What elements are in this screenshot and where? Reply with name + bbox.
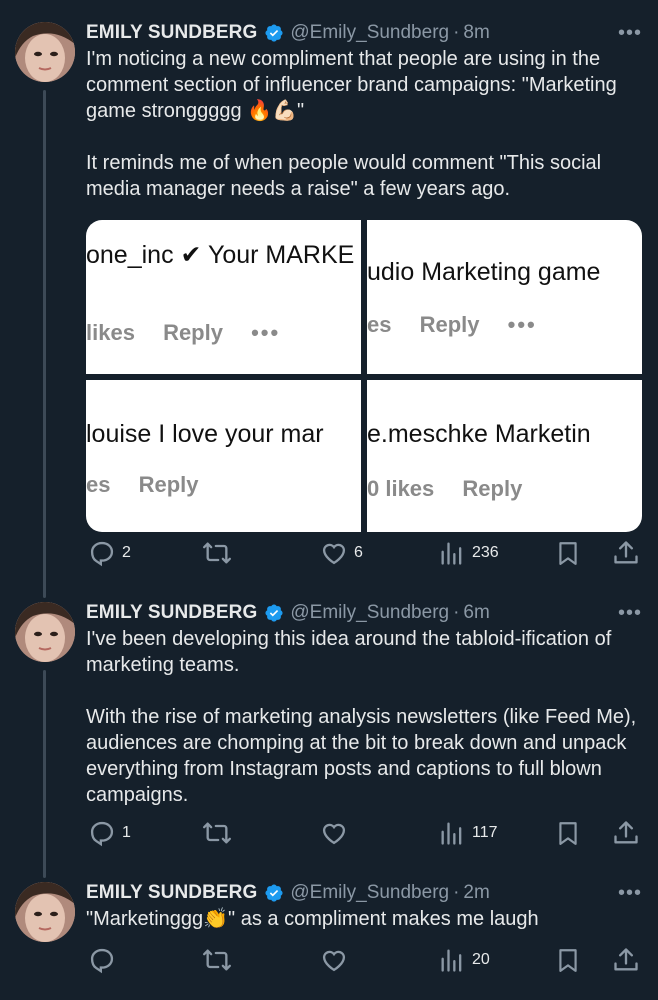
view-count: 117 bbox=[472, 824, 498, 841]
views-chart-icon bbox=[441, 542, 462, 565]
comment-likes: es bbox=[86, 472, 111, 497]
verified-badge-icon bbox=[264, 883, 284, 903]
bookmark-button[interactable] bbox=[555, 539, 581, 567]
heart-icon bbox=[322, 823, 346, 845]
retweet-button[interactable] bbox=[201, 819, 239, 847]
media-image[interactable]: louise I love your mar es Reply bbox=[86, 380, 361, 532]
comment-reply: Reply bbox=[138, 472, 199, 497]
verified-badge-icon bbox=[264, 603, 284, 623]
separator-dot: · bbox=[453, 882, 460, 903]
timestamp[interactable]: 8m bbox=[463, 22, 489, 44]
separator-dot: · bbox=[453, 22, 460, 43]
comment-text: e.meschke Marketin bbox=[367, 420, 591, 448]
avatar[interactable] bbox=[15, 602, 75, 662]
more-options-icon[interactable]: ••• bbox=[618, 22, 642, 45]
media-image[interactable]: one_inc ✔ Your MARKE likes Reply ••• bbox=[86, 220, 361, 374]
verified-badge-icon bbox=[264, 23, 284, 43]
comment-text: udio Marketing game bbox=[367, 258, 601, 286]
media-grid[interactable]: one_inc ✔ Your MARKE likes Reply ••• udi… bbox=[86, 220, 642, 532]
avatar[interactable] bbox=[15, 882, 75, 942]
tweet[interactable]: EMILY SUNDBERG @Emily_Sundberg · 8m ••• … bbox=[0, 0, 658, 590]
like-button[interactable] bbox=[320, 946, 354, 974]
user-handle[interactable]: @Emily_Sundberg bbox=[290, 882, 449, 904]
user-handle[interactable]: @Emily_Sundberg bbox=[290, 22, 449, 44]
tweet-header: EMILY SUNDBERG @Emily_Sundberg · 8m ••• bbox=[86, 20, 642, 46]
tweet-text: "Marketinggg👏" as a compliment makes me … bbox=[86, 908, 539, 930]
display-name[interactable]: EMILY SUNDBERG bbox=[86, 882, 257, 904]
tweet-header: EMILY SUNDBERG @Emily_Sundberg · 2m ••• bbox=[86, 880, 642, 906]
comment-likes: likes bbox=[86, 320, 135, 345]
comment-meta: 0 likes Reply bbox=[367, 476, 544, 502]
reply-icon bbox=[90, 821, 114, 847]
views-button[interactable]: 20 bbox=[438, 946, 490, 974]
reply-button[interactable]: 2 bbox=[88, 539, 131, 567]
tweet-text: I'm noticing a new compliment that peopl… bbox=[86, 48, 617, 200]
share-button[interactable] bbox=[612, 946, 640, 974]
views-button[interactable]: 236 bbox=[438, 539, 499, 567]
avatar[interactable] bbox=[15, 22, 75, 82]
comment-text: one_inc ✔ Your MARKE bbox=[86, 241, 355, 269]
share-icon bbox=[614, 821, 638, 844]
bookmark-button[interactable] bbox=[555, 946, 581, 974]
retweet-icon bbox=[203, 822, 231, 844]
tweet-text: I've been developing this idea around th… bbox=[86, 628, 637, 806]
display-name[interactable]: EMILY SUNDBERG bbox=[86, 22, 257, 44]
separator-dot: · bbox=[453, 602, 460, 623]
reply-icon bbox=[90, 948, 114, 974]
comment-reply: Reply bbox=[419, 312, 480, 337]
share-icon bbox=[614, 948, 638, 971]
comment-meta: likes Reply ••• bbox=[86, 320, 302, 346]
like-button[interactable]: 6 bbox=[320, 539, 363, 567]
comment-more-icon: ••• bbox=[251, 320, 281, 345]
timestamp[interactable]: 2m bbox=[463, 882, 489, 904]
like-button[interactable] bbox=[320, 819, 354, 847]
more-options-icon[interactable]: ••• bbox=[618, 602, 642, 625]
comment-likes: 0 likes bbox=[367, 476, 435, 501]
bookmark-icon bbox=[559, 949, 577, 972]
view-count: 236 bbox=[472, 544, 499, 561]
heart-icon bbox=[322, 950, 346, 972]
more-options-icon[interactable]: ••• bbox=[618, 882, 642, 905]
comment-text: louise I love your mar bbox=[86, 420, 324, 448]
views-button[interactable]: 117 bbox=[438, 819, 498, 847]
bookmark-icon bbox=[559, 822, 577, 845]
comment-reply: Reply bbox=[163, 320, 223, 345]
retweet-button[interactable] bbox=[201, 539, 239, 567]
share-icon bbox=[614, 541, 638, 564]
tweet[interactable]: EMILY SUNDBERG @Emily_Sundberg · 6m ••• … bbox=[0, 598, 658, 868]
like-count: 6 bbox=[354, 544, 363, 561]
reply-count: 2 bbox=[122, 544, 131, 561]
reply-button[interactable]: 1 bbox=[88, 819, 131, 847]
reply-count: 1 bbox=[122, 824, 131, 841]
display-name[interactable]: EMILY SUNDBERG bbox=[86, 602, 257, 624]
reply-button[interactable] bbox=[88, 946, 122, 974]
comment-likes: es bbox=[367, 312, 392, 337]
comment-meta: es Reply ••• bbox=[367, 312, 559, 338]
media-image[interactable]: udio Marketing game es Reply ••• bbox=[367, 220, 642, 374]
views-chart-icon bbox=[441, 822, 462, 845]
heart-icon bbox=[322, 543, 346, 565]
bookmark-button[interactable] bbox=[555, 819, 581, 847]
view-count: 20 bbox=[472, 951, 490, 968]
reply-icon bbox=[90, 541, 114, 567]
tweet[interactable]: EMILY SUNDBERG @Emily_Sundberg · 2m ••• … bbox=[0, 878, 658, 1000]
retweet-icon bbox=[203, 542, 231, 564]
timestamp[interactable]: 6m bbox=[463, 602, 489, 624]
tweet-header: EMILY SUNDBERG @Emily_Sundberg · 6m ••• bbox=[86, 600, 642, 626]
comment-reply: Reply bbox=[462, 476, 523, 501]
media-image[interactable]: e.meschke Marketin 0 likes Reply bbox=[367, 380, 642, 532]
user-handle[interactable]: @Emily_Sundberg bbox=[290, 602, 449, 624]
comment-more-icon: ••• bbox=[507, 312, 537, 337]
share-button[interactable] bbox=[612, 819, 640, 847]
views-chart-icon bbox=[441, 949, 462, 972]
bookmark-icon bbox=[559, 542, 577, 565]
retweet-button[interactable] bbox=[201, 946, 239, 974]
share-button[interactable] bbox=[612, 539, 640, 567]
retweet-icon bbox=[203, 949, 231, 971]
comment-meta: es Reply bbox=[86, 472, 221, 498]
